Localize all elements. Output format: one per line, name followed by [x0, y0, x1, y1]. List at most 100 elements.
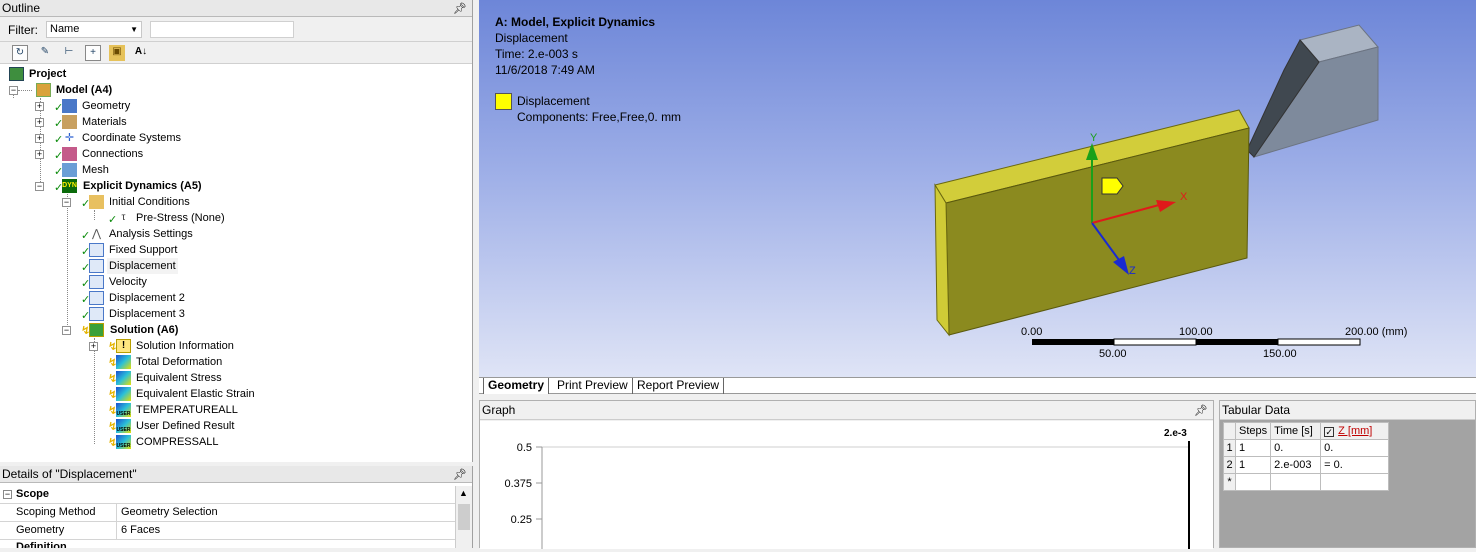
scale-label: 50.00 — [1099, 348, 1127, 360]
tree-item-fixed-support[interactable]: ✓ Fixed Support — [0, 242, 300, 258]
chevron-down-icon[interactable]: ▼ — [130, 22, 138, 37]
graph-plot-area[interactable]: 2.e-3 0.5 0.375 0.25 — [480, 421, 1213, 549]
tree-item-label: Equivalent Stress — [136, 372, 222, 384]
tree-item-displacement[interactable]: ✓ Displacement — [0, 258, 300, 274]
details-row-scoping-method[interactable]: Scoping Method Geometry Selection — [0, 504, 455, 522]
pin-icon[interactable]: 📌︎ — [1194, 402, 1208, 420]
folder-icon[interactable]: ▣ — [109, 45, 125, 61]
tree-item-equivalent-stress[interactable]: ↯ Equivalent Stress — [0, 370, 300, 386]
table-row[interactable]: 2 1 2.e-003 = 0. — [1223, 456, 1390, 474]
collapse-icon[interactable]: − — [35, 182, 44, 191]
tree-item-project[interactable]: Project — [0, 66, 300, 82]
expand-icon[interactable]: + — [35, 102, 44, 111]
suppress-icon[interactable]: ✎ — [37, 45, 53, 61]
graph-svg[interactable]: 2.e-3 0.5 0.375 0.25 — [480, 421, 1213, 549]
tree-item-total-deformation[interactable]: ↯ Total Deformation — [0, 354, 300, 370]
table-new-row[interactable]: * — [1223, 473, 1390, 491]
time-label: Time: 2.e-003 s — [495, 47, 578, 61]
cell-steps[interactable]: 1 — [1234, 456, 1272, 474]
tree-expand-icon[interactable]: ⊢ — [61, 45, 77, 61]
filter-select[interactable]: Name ▼ — [46, 21, 142, 38]
y-tick-label: 0.25 — [511, 514, 532, 526]
tab-report-preview[interactable]: Report Preview — [633, 378, 725, 394]
tree-item-temperatureall[interactable]: ↯ USER TEMPERATUREALL — [0, 402, 300, 418]
cell-z[interactable]: = 0. — [1320, 456, 1390, 474]
velocity-icon — [89, 275, 104, 289]
cell-time[interactable]: 0. — [1270, 439, 1322, 457]
pin-icon[interactable]: 📌︎ — [453, 1, 467, 17]
analysis-title: A: Model, Explicit Dynamics — [495, 15, 656, 29]
cell-steps[interactable]: 1 — [1234, 439, 1272, 457]
expand-icon[interactable]: + — [35, 150, 44, 159]
filter-search-input[interactable] — [150, 21, 294, 38]
details-value[interactable]: 6 Faces — [121, 522, 160, 539]
tab-geometry[interactable]: Geometry — [483, 378, 550, 394]
pin-icon[interactable]: 📌︎ — [453, 467, 467, 483]
expand-all-icon[interactable]: + — [85, 45, 101, 61]
tree-item-solution[interactable]: − ↯ Solution (A6) — [0, 322, 300, 338]
tree-item-equivalent-elastic-strain[interactable]: ↯ Equivalent Elastic Strain — [0, 386, 300, 402]
filter-row: Filter: Name ▼ — [0, 17, 472, 42]
header-z[interactable]: ✓ Z [mm] — [1320, 422, 1390, 440]
header-steps[interactable]: Steps — [1234, 422, 1272, 440]
scrollbar-thumb[interactable] — [458, 504, 470, 530]
details-section-definition[interactable]: Definition — [0, 540, 455, 548]
tree-item-solution-information[interactable]: + ↯ ! Solution Information — [0, 338, 300, 354]
details-title: Details of "Displacement" — [2, 467, 137, 481]
cell-empty[interactable] — [1270, 473, 1322, 491]
tree-item-compressall[interactable]: ↯ USER COMPRESSALL — [0, 434, 300, 450]
header-time[interactable]: Time [s] — [1270, 422, 1322, 440]
sort-az-icon[interactable]: A↓ — [133, 45, 149, 61]
expand-icon[interactable]: + — [35, 118, 44, 127]
tree-item-coordinate-systems[interactable]: + ✓ ✛ Coordinate Systems — [0, 130, 300, 146]
tree-item-geometry[interactable]: + ✓ Geometry — [0, 98, 300, 114]
displacement-icon — [89, 291, 104, 305]
legend-components: Components: Free,Free,0. mm — [517, 110, 682, 124]
fixed-support-icon — [89, 243, 104, 257]
graph-title: Graph — [482, 403, 516, 417]
details-section-scope[interactable]: − Scope — [0, 486, 455, 504]
tree-item-pre-stress[interactable]: ✓ τ Pre-Stress (None) — [0, 210, 300, 226]
collapse-icon[interactable]: − — [9, 86, 18, 95]
graphics-viewport[interactable]: Y X Z 0.00 100.00 200.00 (mm) 50.00 150.… — [479, 0, 1476, 377]
tree-item-initial-conditions[interactable]: − ✓ Initial Conditions — [0, 194, 300, 210]
tree-item-explicit-dynamics[interactable]: − ✓ DYN Explicit Dynamics (A5) — [0, 178, 300, 194]
project-icon — [9, 67, 24, 81]
tree-item-model[interactable]: − Model (A4) — [0, 82, 300, 98]
collapse-icon[interactable]: − — [62, 198, 71, 207]
result-icon — [116, 355, 131, 369]
cell-z[interactable]: 0. — [1320, 439, 1390, 457]
tabular-table[interactable]: Steps Time [s] ✓ Z [mm] 1 1 0. 0. 2 1 2.e… — [1223, 422, 1390, 491]
collapse-icon[interactable]: − — [3, 490, 12, 499]
table-row[interactable]: 1 1 0. 0. — [1223, 439, 1390, 457]
scale-label: 200.00 (mm) — [1345, 326, 1407, 338]
legend-color-swatch — [495, 93, 512, 110]
scale-label: 100.00 — [1179, 326, 1213, 338]
tree-item-materials[interactable]: + ✓ Materials — [0, 114, 300, 130]
expand-icon[interactable]: + — [35, 134, 44, 143]
tree-item-connections[interactable]: + ✓ Connections — [0, 146, 300, 162]
outline-toolbar: ↻ ✎ ⊢ + ▣ A↓ — [0, 42, 472, 64]
tree-item-velocity[interactable]: ✓ Velocity — [0, 274, 300, 290]
details-grid: − Scope Scoping Method Geometry Selectio… — [0, 486, 455, 548]
refresh-icon[interactable]: ↻ — [12, 45, 28, 61]
collapse-icon[interactable]: − — [62, 326, 71, 335]
tree-item-analysis-settings[interactable]: ✓ ⋀ Analysis Settings — [0, 226, 300, 242]
tab-print-preview[interactable]: Print Preview — [553, 378, 633, 394]
tree-item-displacement-3[interactable]: ✓ Displacement 3 — [0, 306, 300, 322]
details-scrollbar[interactable]: ▲ — [455, 486, 472, 548]
details-row-geometry[interactable]: Geometry 6 Faces — [0, 522, 455, 540]
chevron-up-icon[interactable]: ▲ — [459, 488, 468, 498]
expand-icon[interactable]: + — [89, 342, 98, 351]
cell-empty[interactable] — [1320, 473, 1390, 491]
tree-item-displacement-2[interactable]: ✓ Displacement 2 — [0, 290, 300, 306]
details-key: Geometry — [16, 524, 65, 536]
scale-bar-seg-4 — [1277, 338, 1361, 346]
header-z-label: Z [mm] — [1338, 425, 1373, 437]
cell-time[interactable]: 2.e-003 — [1270, 456, 1322, 474]
tree-item-mesh[interactable]: ✓ Mesh — [0, 162, 300, 178]
cell-empty[interactable] — [1234, 473, 1272, 491]
tree-item-user-defined-result[interactable]: ↯ USER User Defined Result — [0, 418, 300, 434]
details-value[interactable]: Geometry Selection — [121, 504, 218, 521]
checkbox-checked-icon[interactable]: ✓ — [1324, 427, 1335, 437]
